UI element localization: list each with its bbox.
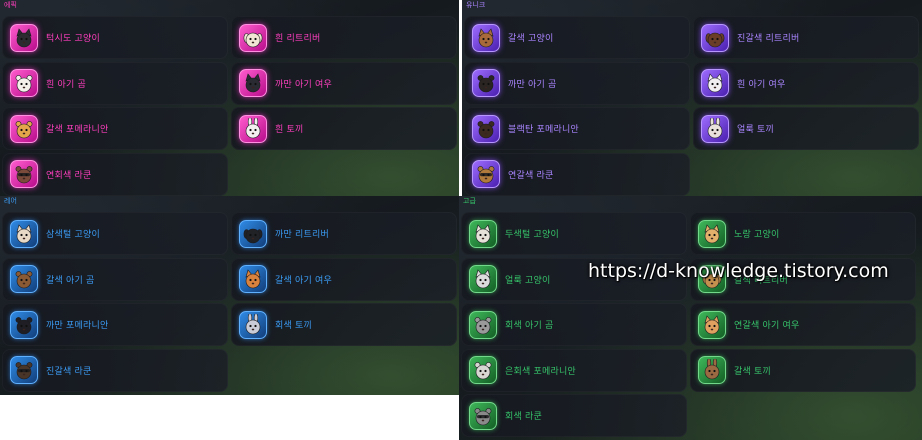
pet-card[interactable]: 얼룩 토끼 [693,107,919,150]
pomeranian-icon [10,310,38,339]
pet-grid: 턱시도 고양이 흰 리트리버 흰 아기 곰 까만 아기 여우 갈색 포메라니안 … [2,16,457,196]
cat-icon [10,219,38,248]
cat-icon [10,23,38,52]
pet-name: 두색털 고양이 [505,230,559,240]
pet-card[interactable]: 까만 아기 곰 [464,61,690,105]
bear-icon [10,69,38,97]
pet-name: 진갈색 라쿤 [46,366,92,377]
pet-name: 흰 아기 곰 [46,79,87,90]
pet-name: 블랙탄 포메라니안 [508,125,579,135]
rabbit-icon [701,114,729,143]
pomeranian-icon [472,114,500,143]
cat-icon [469,219,497,248]
raccoon-icon [10,160,38,188]
pet-card[interactable]: 흰 아기 곰 [2,61,228,105]
pet-name: 갈색 아기 곰 [46,275,95,286]
pet-name: 갈색 토끼 [734,366,771,377]
pet-name: 갈색 아기 여우 [275,275,333,286]
cat-icon [469,265,497,293]
panel-title: 고급 [463,197,476,205]
pet-card[interactable]: 두색털 고양이 [461,212,687,255]
cat-icon [472,23,500,52]
dog-icon [239,23,267,52]
pet-card[interactable]: 블랙탄 포메라니안 [464,107,690,150]
fox-icon [698,310,726,339]
bear-icon [469,310,497,339]
blog-watermark: https://d-knowledge.tistory.com [588,260,889,282]
rare-panel: 레어 삼색털 고양이 까만 리트리버 갈색 아기 곰 갈색 아기 여우 까만 포… [0,196,459,395]
pet-card[interactable]: 삼색털 고양이 [2,212,228,255]
pet-card[interactable]: 까만 리트리버 [231,212,457,255]
dog-icon [239,219,267,248]
pet-card[interactable]: 흰 아기 여우 [693,61,919,105]
rabbit-icon [698,356,726,384]
pet-name: 흰 아기 여우 [737,79,786,90]
pet-card[interactable]: 진갈색 라쿤 [2,348,228,392]
pet-card[interactable]: 갈색 포메라니안 [2,107,228,150]
pet-card[interactable]: 갈색 토끼 [690,348,916,392]
pet-card[interactable]: 흰 리트리버 [231,16,457,59]
pet-name: 까만 리트리버 [275,230,329,240]
pet-name: 얼룩 고양이 [505,275,551,286]
pet-card[interactable]: 흰 토끼 [231,107,457,150]
pet-card[interactable]: 까만 포메라니안 [2,303,228,346]
pet-grid: 두색털 고양이 노랑 고양이 얼룩 고양이 갈색 리트리버 회색 아기 곰 연갈… [461,212,916,437]
pet-name: 흰 리트리버 [275,34,321,44]
pet-grid: 갈색 고양이 진갈색 리트리버 까만 아기 곰 흰 아기 여우 블랙탄 포메라니… [464,16,919,196]
pet-card[interactable]: 은회색 포메라니안 [461,348,687,392]
pet-card[interactable]: 연회색 라쿤 [2,152,228,196]
pet-card[interactable]: 갈색 아기 여우 [231,257,457,301]
raccoon-icon [472,160,500,188]
pet-name: 노랑 고양이 [734,230,780,240]
pet-name: 연갈색 라쿤 [508,170,554,181]
panel-title: 유니크 [466,1,486,9]
bear-icon [10,265,38,293]
pet-grid: 삼색털 고양이 까만 리트리버 갈색 아기 곰 갈색 아기 여우 까만 포메라니… [2,212,457,392]
pet-name: 턱시도 고양이 [46,34,100,44]
pet-name: 연갈색 아기 여우 [734,321,800,331]
pet-name: 회색 아기 곰 [505,321,554,331]
pet-card[interactable]: 회색 아기 곰 [461,303,687,346]
unique-panel: 유니크 갈색 고양이 진갈색 리트리버 까만 아기 곰 흰 아기 여우 블랙탄 … [462,0,922,196]
pet-name: 삼색털 고양이 [46,230,100,240]
pet-name: 까만 포메라니안 [46,321,109,331]
pet-card[interactable]: 노랑 고양이 [690,212,916,255]
pet-card[interactable]: 진갈색 리트리버 [693,16,919,59]
pet-name: 갈색 포메라니안 [46,125,109,135]
fox-icon [701,69,729,97]
pet-card[interactable]: 회색 라쿤 [461,394,687,437]
panel-title: 레어 [4,197,17,205]
pet-card[interactable]: 턱시도 고양이 [2,16,228,59]
fox-icon [239,69,267,97]
legendary-panel: 고급 두색털 고양이 노랑 고양이 얼룩 고양이 갈색 리트리버 회색 아기 곰… [459,196,922,440]
pet-name: 까만 아기 곰 [508,79,557,90]
fox-icon [239,265,267,293]
bear-icon [472,69,500,97]
pet-name: 은회색 포메라니안 [505,366,576,377]
pet-name: 흰 토끼 [275,125,304,135]
pet-name: 얼룩 토끼 [737,125,774,135]
pet-name: 갈색 고양이 [508,34,554,44]
epic-panel: 에픽 턱시도 고양이 흰 리트리버 흰 아기 곰 까만 아기 여우 갈색 포메라… [0,0,459,196]
pet-name: 연회색 라쿤 [46,170,92,181]
cat-icon [698,219,726,248]
pomeranian-icon [469,356,497,384]
raccoon-icon [469,401,497,430]
pet-card[interactable]: 연갈색 아기 여우 [690,303,916,346]
pet-card[interactable]: 갈색 고양이 [464,16,690,59]
pet-name: 회색 라쿤 [505,412,542,422]
pet-name: 진갈색 리트리버 [737,34,800,44]
pet-card[interactable]: 연갈색 라쿤 [464,152,690,196]
rabbit-icon [239,310,267,339]
pet-name: 까만 아기 여우 [275,79,333,90]
pomeranian-icon [10,114,38,143]
pet-card[interactable]: 갈색 아기 곰 [2,257,228,301]
dog-icon [701,23,729,52]
pet-card[interactable]: 까만 아기 여우 [231,61,457,105]
rabbit-icon [239,114,267,143]
pet-card[interactable]: 회색 토끼 [231,303,457,346]
pet-name: 회색 토끼 [275,321,312,331]
panel-title: 에픽 [4,1,17,9]
raccoon-icon [10,356,38,384]
